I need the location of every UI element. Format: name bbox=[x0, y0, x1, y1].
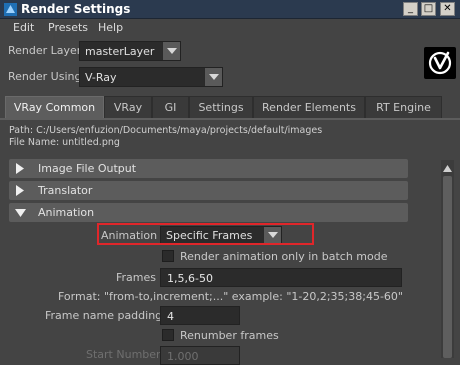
close-button[interactable]: ✕ bbox=[440, 2, 455, 16]
expand-arrow-icon bbox=[16, 163, 24, 174]
start-number-field[interactable]: 1.000 bbox=[160, 346, 240, 365]
maximize-button[interactable]: □ bbox=[421, 2, 436, 16]
tab-gi[interactable]: GI bbox=[152, 96, 189, 118]
minimize-button[interactable]: _ bbox=[403, 2, 418, 16]
menu-presets[interactable]: Presets bbox=[48, 21, 88, 34]
renumber-frames-checkbox[interactable] bbox=[162, 329, 174, 341]
renderer-dropdown[interactable]: V-Ray bbox=[79, 67, 223, 87]
section-title: Translator bbox=[38, 184, 93, 197]
batch-mode-label: Render animation only in batch mode bbox=[180, 250, 388, 263]
render-layer-value: masterLayer bbox=[85, 45, 155, 58]
renderer-value: V-Ray bbox=[85, 71, 117, 84]
tab-vray-common[interactable]: VRay Common bbox=[5, 96, 104, 118]
frame-padding-label: Frame name padding bbox=[45, 309, 163, 322]
render-using-label: Render Using bbox=[8, 70, 82, 83]
section-image-file-output[interactable]: Image File Output bbox=[9, 159, 408, 178]
window-title: Render Settings bbox=[21, 2, 131, 16]
frames-format-hint: Format: "from-to,increment;..." example:… bbox=[58, 290, 403, 303]
highlight-box bbox=[97, 223, 314, 245]
menu-help[interactable]: Help bbox=[98, 21, 123, 34]
output-file-name: File Name: untitled.png bbox=[9, 137, 120, 148]
maya-app-icon bbox=[4, 3, 17, 16]
frames-label: Frames bbox=[116, 271, 157, 284]
output-path: Path: C:/Users/enfuzion/Documents/maya/p… bbox=[9, 125, 323, 136]
frame-padding-field[interactable]: 4 bbox=[160, 306, 240, 325]
tab-rt-engine[interactable]: RT Engine bbox=[365, 96, 442, 118]
render-layer-dropdown[interactable]: masterLayer bbox=[79, 41, 181, 61]
chevron-down-icon bbox=[162, 42, 180, 60]
collapse-arrow-icon bbox=[15, 209, 26, 217]
menu-edit[interactable]: Edit bbox=[13, 21, 34, 34]
scroll-up-arrow-icon[interactable] bbox=[443, 162, 452, 172]
section-animation[interactable]: Animation bbox=[9, 203, 408, 222]
scrollbar-thumb[interactable] bbox=[443, 176, 452, 358]
tab-vray[interactable]: VRay bbox=[104, 96, 152, 118]
start-number-label: Start Number bbox=[86, 348, 161, 361]
chevron-down-icon bbox=[204, 68, 222, 86]
tab-render-elements[interactable]: Render Elements bbox=[253, 96, 365, 118]
batch-mode-checkbox[interactable] bbox=[162, 250, 174, 262]
expand-arrow-icon bbox=[16, 185, 24, 196]
tab-settings[interactable]: Settings bbox=[189, 96, 253, 118]
section-title: Animation bbox=[38, 206, 95, 219]
renumber-frames-label: Renumber frames bbox=[180, 329, 279, 342]
frames-field[interactable]: 1,5,6-50 bbox=[160, 268, 402, 287]
section-translator[interactable]: Translator bbox=[9, 181, 408, 200]
render-layer-label: Render Layer bbox=[8, 44, 82, 57]
vray-logo-icon bbox=[424, 47, 456, 79]
section-title: Image File Output bbox=[38, 162, 137, 175]
